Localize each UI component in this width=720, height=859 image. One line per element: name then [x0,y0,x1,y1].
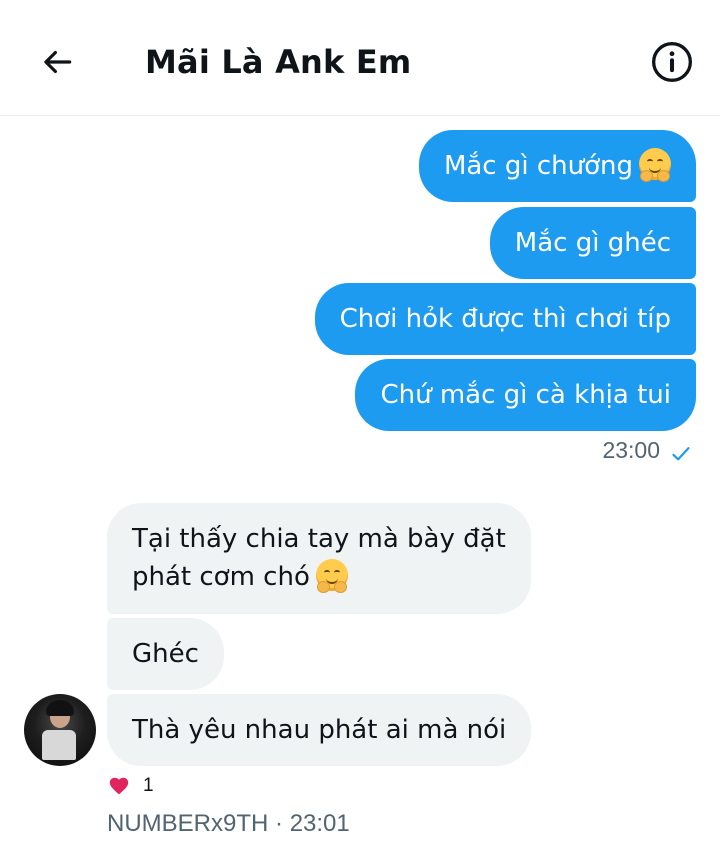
heart-icon [109,777,129,795]
arrow-left-icon[interactable] [38,43,76,81]
incoming-message[interactable]: Ghéc [107,618,224,690]
conversation-title: Mãi Là Ank Em [145,43,412,81]
outgoing-message[interactable]: Mắc gì chướng [418,130,696,202]
avatar[interactable] [24,694,96,766]
reaction-badge[interactable]: 1 [107,774,154,798]
incoming-message[interactable]: Thà yêu nhau phát ai mà nói [107,694,532,766]
hugging-face-emoji [639,148,671,182]
outgoing-message[interactable]: Chơi hỏk được thì chơi típ [314,283,696,355]
conversation-header: Mãi Là Ank Em [0,0,720,116]
info-circle-icon[interactable] [650,40,694,84]
incoming-message[interactable]: Tại thấy chia tay mà bày đặt phát cơm ch… [107,503,531,614]
checkmark-icon [672,447,690,461]
outgoing-message[interactable]: Mắc gì ghéc [489,207,696,279]
outgoing-timestamp: 23:00 [602,437,660,463]
meta-separator: · [275,810,284,837]
reaction-count: 1 [143,775,154,796]
incoming-timestamp: 23:01 [289,810,350,837]
sender-name[interactable]: NUMBERx9TH [107,810,268,837]
incoming-meta: NUMBERx9TH · 23:01 [107,810,350,838]
outgoing-message[interactable]: Chứ mắc gì cà khịa tui [355,359,696,431]
hugging-face-emoji [315,559,348,593]
